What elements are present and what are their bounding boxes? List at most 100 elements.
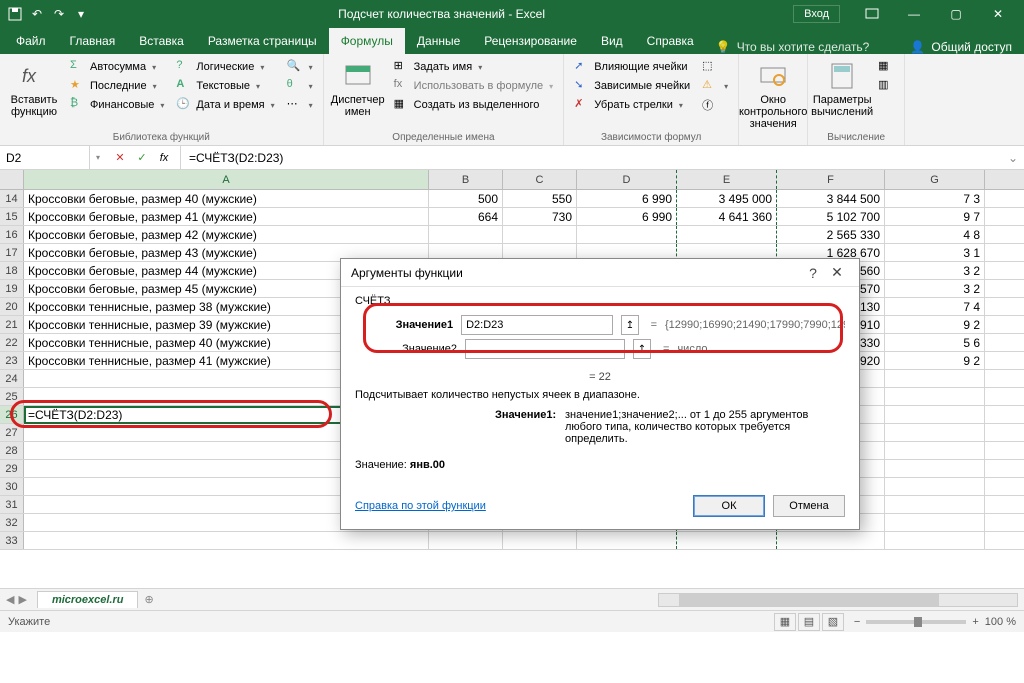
- cell[interactable]: [577, 532, 677, 549]
- cell[interactable]: 4 8: [885, 226, 985, 243]
- financial-button[interactable]: ₿Финансовые▾: [66, 96, 168, 114]
- evaluate-button[interactable]: ⓕ: [698, 96, 732, 114]
- name-box[interactable]: D2: [0, 146, 90, 169]
- cell[interactable]: Кроссовки беговые, размер 40 (мужские): [24, 190, 429, 207]
- row-header[interactable]: 23: [0, 352, 24, 369]
- autosum-button[interactable]: ΣАвтосумма▾: [66, 58, 168, 76]
- lookup-button[interactable]: 🔍▾: [283, 58, 317, 76]
- cell[interactable]: 9 7: [885, 208, 985, 225]
- cell[interactable]: [885, 460, 985, 477]
- row-header[interactable]: 29: [0, 460, 24, 477]
- cell[interactable]: 2 565 330: [777, 226, 885, 243]
- range-picker-icon[interactable]: ↥: [621, 315, 638, 335]
- col-header[interactable]: F: [777, 170, 885, 189]
- cell[interactable]: [885, 496, 985, 513]
- row-header[interactable]: 27: [0, 424, 24, 441]
- cell[interactable]: 3 844 500: [777, 190, 885, 207]
- range-picker-icon[interactable]: ↥: [633, 339, 651, 359]
- accept-formula-icon[interactable]: ✓: [134, 150, 150, 166]
- sheet-prev-icon[interactable]: ◀: [6, 593, 14, 606]
- math-button[interactable]: θ▾: [283, 77, 317, 95]
- login-button[interactable]: Вход: [793, 5, 840, 23]
- row-header[interactable]: 24: [0, 370, 24, 387]
- cancel-button[interactable]: Отмена: [773, 495, 845, 517]
- sheet-next-icon[interactable]: ▶: [18, 593, 26, 606]
- select-all-corner[interactable]: [0, 170, 24, 189]
- tab-data[interactable]: Данные: [405, 28, 472, 54]
- dialog-close-icon[interactable]: ✕: [825, 261, 849, 285]
- zoom-slider[interactable]: [866, 620, 966, 624]
- cell[interactable]: 6 990: [577, 208, 677, 225]
- cell[interactable]: 3 2: [885, 280, 985, 297]
- cell[interactable]: [885, 370, 985, 387]
- cell[interactable]: [885, 406, 985, 423]
- define-name-button[interactable]: ⊞Задать имя▾: [390, 58, 558, 76]
- insert-function-button[interactable]: fx Вставить функцию: [6, 58, 62, 130]
- error-check-button[interactable]: ⚠▾: [698, 77, 732, 95]
- col-header[interactable]: E: [677, 170, 777, 189]
- tab-file[interactable]: Файл: [4, 28, 58, 54]
- cell[interactable]: 7 3: [885, 190, 985, 207]
- cell[interactable]: [24, 532, 429, 549]
- create-from-selection-button[interactable]: ▦Создать из выделенного: [390, 96, 558, 114]
- trace-dependents-button[interactable]: ➘Зависимые ячейки: [570, 77, 694, 95]
- row-header[interactable]: 16: [0, 226, 24, 243]
- redo-icon[interactable]: ↷: [50, 5, 68, 23]
- use-in-formula-button[interactable]: fxИспользовать в формуле▾: [390, 77, 558, 95]
- row-header[interactable]: 18: [0, 262, 24, 279]
- function-help-link[interactable]: Справка по этой функции: [355, 500, 486, 512]
- maximize-icon[interactable]: ▢: [936, 0, 976, 28]
- more-button[interactable]: ⋯▾: [283, 96, 317, 114]
- cell[interactable]: 550: [503, 190, 577, 207]
- row-header[interactable]: 25: [0, 388, 24, 405]
- row-header[interactable]: 33: [0, 532, 24, 549]
- minimize-icon[interactable]: —: [894, 0, 934, 28]
- row-header[interactable]: 32: [0, 514, 24, 531]
- cell[interactable]: [503, 226, 577, 243]
- cell[interactable]: [677, 226, 777, 243]
- cell[interactable]: 500: [429, 190, 503, 207]
- zoom-in-icon[interactable]: +: [972, 616, 978, 628]
- tab-formulas[interactable]: Формулы: [329, 28, 405, 54]
- arg2-input[interactable]: [465, 339, 625, 359]
- row-header[interactable]: 22: [0, 334, 24, 351]
- name-manager-button[interactable]: Диспетчер имен: [330, 58, 386, 130]
- cell[interactable]: 4 641 360: [677, 208, 777, 225]
- row-header[interactable]: 31: [0, 496, 24, 513]
- calc-options-button[interactable]: Параметры вычислений: [814, 58, 870, 130]
- cell[interactable]: 3 1: [885, 244, 985, 261]
- ok-button[interactable]: ОК: [693, 495, 765, 517]
- tell-me-search[interactable]: 💡 Что вы хотите сделать?: [716, 40, 870, 54]
- cell[interactable]: Кроссовки беговые, размер 41 (мужские): [24, 208, 429, 225]
- horizontal-scrollbar[interactable]: [658, 593, 1018, 607]
- row-header[interactable]: 20: [0, 298, 24, 315]
- cell[interactable]: [885, 532, 985, 549]
- calc-now-button[interactable]: ▦: [874, 58, 898, 76]
- zoom-out-icon[interactable]: −: [854, 616, 860, 628]
- col-header[interactable]: G: [885, 170, 985, 189]
- row-header[interactable]: 17: [0, 244, 24, 261]
- cancel-formula-icon[interactable]: ✕: [112, 150, 128, 166]
- normal-view-icon[interactable]: ▦: [774, 613, 796, 631]
- trace-precedents-button[interactable]: ➚Влияющие ячейки: [570, 58, 694, 76]
- cell[interactable]: [885, 424, 985, 441]
- tab-view[interactable]: Вид: [589, 28, 635, 54]
- cell[interactable]: 730: [503, 208, 577, 225]
- save-icon[interactable]: [6, 5, 24, 23]
- remove-arrows-button[interactable]: ✗Убрать стрелки▾: [570, 96, 694, 114]
- datetime-button[interactable]: 🕒Дата и время▾: [172, 96, 278, 114]
- qat-dropdown-icon[interactable]: ▾: [72, 5, 90, 23]
- cell[interactable]: [885, 514, 985, 531]
- cell[interactable]: [777, 532, 885, 549]
- recent-button[interactable]: ★Последние▾: [66, 77, 168, 95]
- cell[interactable]: 5 102 700: [777, 208, 885, 225]
- cell[interactable]: [429, 226, 503, 243]
- cell[interactable]: 3 2: [885, 262, 985, 279]
- sheet-tab[interactable]: microexcel.ru: [37, 591, 139, 608]
- tab-help[interactable]: Справка: [635, 28, 706, 54]
- cell[interactable]: [885, 442, 985, 459]
- add-sheet-icon[interactable]: ⊕: [144, 593, 153, 606]
- logical-button[interactable]: ?Логические▾: [172, 58, 278, 76]
- share-button[interactable]: 👤 Общий доступ: [910, 40, 1020, 54]
- expand-formula-icon[interactable]: ⌄: [1002, 151, 1024, 165]
